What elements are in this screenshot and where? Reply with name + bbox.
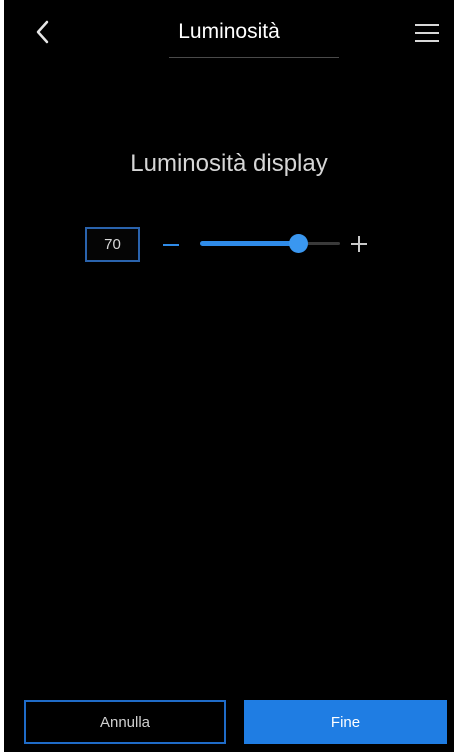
slider-fill xyxy=(200,241,298,246)
hamburger-menu-icon-line xyxy=(415,32,439,34)
title-divider xyxy=(169,57,339,58)
page-title: Luminosità xyxy=(178,20,280,43)
done-button[interactable]: Fine xyxy=(244,700,447,744)
brightness-value-field[interactable]: 70 xyxy=(85,227,140,262)
brightness-section-title: Luminosità display xyxy=(130,150,328,177)
decrease-brightness-button[interactable] xyxy=(159,232,185,258)
cancel-button[interactable]: Annulla xyxy=(24,700,226,744)
header: Luminosità xyxy=(4,0,454,62)
hamburger-menu-icon-line xyxy=(415,40,439,42)
brightness-slider[interactable] xyxy=(200,232,340,254)
hamburger-menu-icon xyxy=(415,24,439,26)
slider-thumb[interactable] xyxy=(289,234,308,253)
brightness-screen: Luminosità Luminosità display 70 Annulla… xyxy=(4,0,454,752)
menu-button[interactable] xyxy=(412,18,444,48)
increase-brightness-button[interactable] xyxy=(347,232,371,256)
